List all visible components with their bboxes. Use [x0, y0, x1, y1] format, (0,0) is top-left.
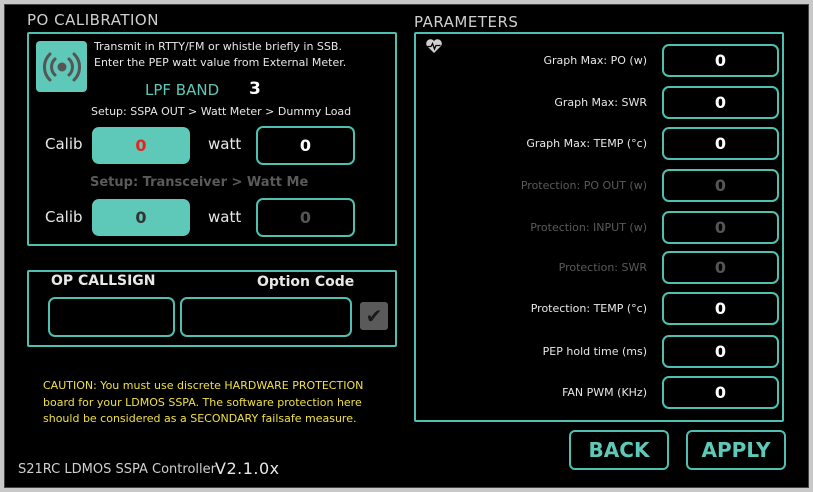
setup-transceiver: Setup: Transceiver > Watt Me [90, 175, 309, 190]
calibration-title: PO CALIBRATION [27, 11, 159, 29]
calib-2-field[interactable]: 0 [92, 199, 190, 236]
param-label: Protection: PO OUT (w) [520, 179, 647, 192]
param-label: Graph Max: PO (w) [543, 54, 647, 67]
op-callsign-label: OP CALLSIGN [51, 273, 156, 289]
param-label: Graph Max: SWR [554, 96, 647, 109]
param-value-field[interactable]: 0 [662, 335, 779, 368]
param-label: Protection: TEMP (°c) [530, 302, 647, 315]
param-value-field[interactable]: 0 [662, 169, 779, 202]
parameters-title: PARAMETERS [414, 13, 519, 31]
screen: PO CALIBRATION Transmit in RTTY/FM or wh… [4, 4, 809, 488]
param-value-field[interactable]: 0 [662, 376, 779, 409]
apply-button[interactable]: APPLY [686, 430, 786, 470]
watt-label-2: watt [208, 208, 242, 226]
instruction-line2: Enter the PEP watt value from External M… [94, 56, 347, 69]
caution-line2: board for your LDMOS SSPA. The software … [43, 395, 362, 409]
caution-text: CAUTION: You must use discrete HARDWARE … [43, 378, 363, 428]
heartbeat-icon [425, 38, 443, 59]
app-version: V2.1.0x [215, 459, 280, 478]
param-value-field[interactable]: 0 [662, 292, 779, 325]
param-value-field[interactable]: 0 [662, 86, 779, 119]
lpf-band-value: 3 [249, 79, 261, 99]
setup-sspa-out: Setup: SSPA OUT > Watt Meter > Dummy Loa… [91, 105, 352, 118]
calib-label-1: Calib [45, 135, 83, 153]
op-callsign-input[interactable] [48, 297, 175, 337]
watt-2-field[interactable]: 0 [256, 198, 355, 237]
calib-label-2: Calib [45, 208, 83, 226]
option-code-label: Option Code [257, 274, 355, 290]
param-label: Protection: INPUT (w) [530, 221, 647, 234]
option-code-input[interactable] [180, 297, 352, 337]
app-name: S21RC LDMOS SSPA Controller [18, 462, 216, 477]
check-icon[interactable]: ✔ [360, 302, 388, 330]
param-label: PEP hold time (ms) [542, 345, 647, 358]
watt-1-field[interactable]: 0 [256, 126, 355, 165]
broadcast-icon[interactable] [36, 41, 87, 92]
back-button[interactable]: BACK [569, 430, 669, 470]
lpf-band-label: LPF BAND [145, 81, 220, 99]
param-value-field[interactable]: 0 [662, 211, 779, 244]
param-label: Protection: SWR [558, 261, 647, 274]
caution-line1: CAUTION: You must use discrete HARDWARE … [43, 379, 364, 392]
param-label: Graph Max: TEMP (°c) [526, 137, 647, 150]
caution-line3: should be considered as a SECONDARY fail… [43, 412, 357, 425]
instruction-line1: Transmit in RTTY/FM or whistle briefly i… [94, 40, 342, 53]
param-value-field[interactable]: 0 [662, 127, 779, 160]
param-value-field[interactable]: 0 [662, 44, 779, 77]
param-label: FAN PWM (KHz) [562, 386, 647, 399]
param-value-field[interactable]: 0 [662, 251, 779, 284]
calib-1-field[interactable]: 0 [92, 127, 190, 164]
watt-label-1: watt [208, 135, 242, 153]
